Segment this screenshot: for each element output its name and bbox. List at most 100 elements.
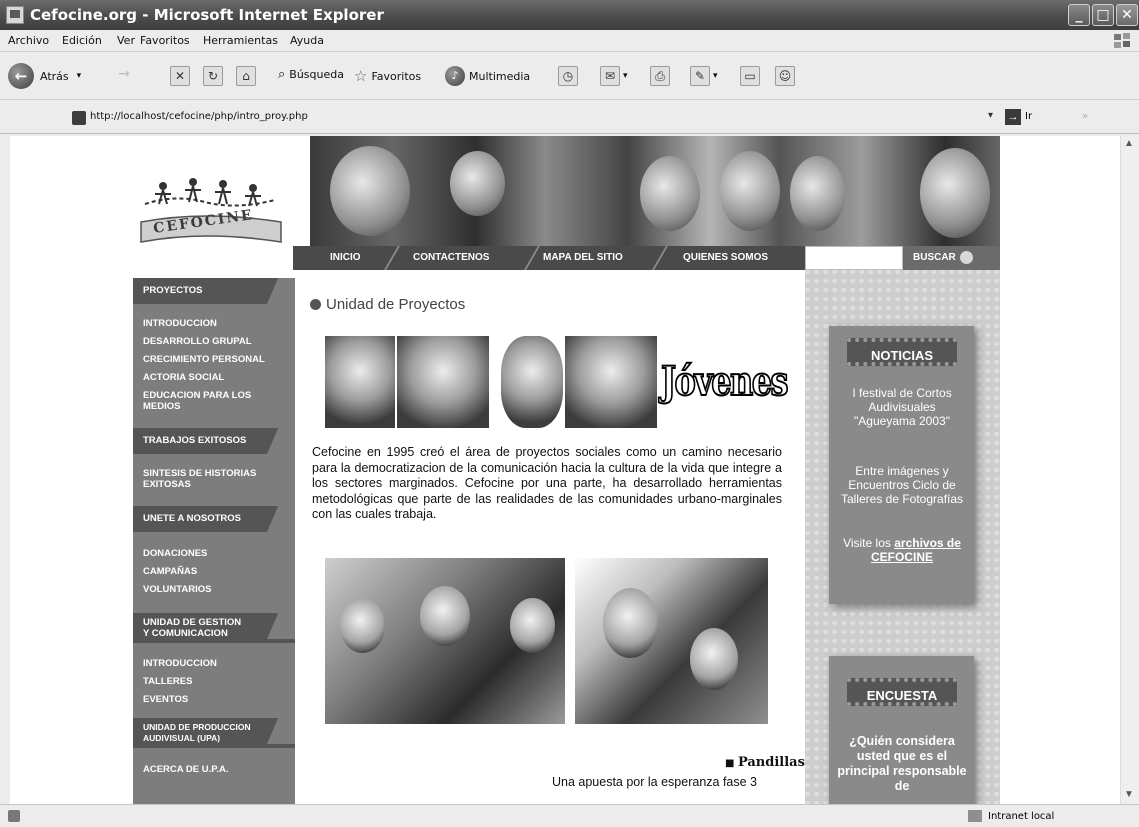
site-search-button[interactable]: BUSCAR <box>903 246 1000 270</box>
links-chevron-icon[interactable]: » <box>1082 111 1088 122</box>
edit-dropdown-icon: ▾ <box>713 71 718 81</box>
sidebar-item-eventos[interactable]: EVENTOS <box>143 694 188 705</box>
header-photo <box>720 151 780 231</box>
sidebar-item-educacion-medios[interactable]: EDUCACION PARA LOS <box>143 390 251 401</box>
sidebar-header-produccion-line2: AUDIVISUAL (UPA) <box>143 733 221 743</box>
stop-button[interactable]: ✕ <box>170 66 190 86</box>
home-button[interactable]: ⌂ <box>236 66 256 86</box>
print-button[interactable]: ⎙ <box>650 66 670 86</box>
sidebar-item-introduccion-gestion[interactable]: INTRODUCCION <box>143 658 217 669</box>
poll-question: ¿Quién considera usted que es el princip… <box>837 734 967 793</box>
favorites-toolbar-label: Favoritos <box>371 69 422 83</box>
discuss-button[interactable]: ▭ <box>740 66 760 86</box>
discuss-icon: ▭ <box>740 66 760 86</box>
sidebar-header-proyectos[interactable]: PROYECTOS <box>133 278 295 304</box>
nav-separator <box>524 246 540 270</box>
jovenes-banner: Jóvenes <box>325 336 789 428</box>
news-item-talleres[interactable]: Entre imágenes y Encuentros Ciclo de Tal… <box>837 464 967 506</box>
photo-face <box>603 588 658 658</box>
site-search-input[interactable] <box>805 246 903 270</box>
photo-face <box>510 598 555 653</box>
sidebar-item-donaciones[interactable]: DONACIONES <box>143 548 207 559</box>
messenger-icon: ☺ <box>775 66 795 86</box>
sidebar-item-desarrollo-grupal[interactable]: DESARROLLO GRUPAL <box>143 336 252 347</box>
header-photo <box>920 148 990 238</box>
scroll-down-icon[interactable]: ▼ <box>1124 789 1134 800</box>
address-bar: http://localhost/cefocine/php/intro_proy… <box>0 100 1139 134</box>
banner-photo <box>325 336 395 428</box>
sidebar-item-sintesis-line2[interactable]: EXITOSAS <box>143 479 191 490</box>
magnifier-icon: ⌕ <box>278 67 286 82</box>
banner-photo <box>565 336 657 428</box>
sidebar-header-gestion[interactable]: UNIDAD DE GESTION Y COMUNICACION <box>133 613 295 643</box>
banner-photo <box>501 336 563 428</box>
feature-subtitle: Una apuesta por la esperanza fase 3 <box>552 775 757 789</box>
nav-quienes-somos[interactable]: QUIENES SOMOS <box>683 252 768 263</box>
search-globe-icon <box>959 250 973 264</box>
page-status-icon <box>8 810 20 822</box>
edit-button[interactable]: ✎ ▾ <box>690 66 718 86</box>
feature-title-link[interactable]: ■ Pandillas <box>725 755 805 770</box>
back-arrow-icon: ← <box>8 63 34 89</box>
menu-bar: Archivo Edición Ver Favoritos Herramient… <box>0 30 1139 52</box>
minimize-button[interactable]: _ <box>1068 4 1090 26</box>
header-photo <box>640 156 700 231</box>
menu-ayuda[interactable]: Ayuda <box>290 34 324 47</box>
menu-ver[interactable]: Ver <box>117 34 135 47</box>
sidebar-item-sintesis[interactable]: SINTESIS DE HISTORIAS <box>143 468 256 479</box>
page-icon <box>72 111 86 125</box>
mail-icon: ✉ <box>600 66 620 86</box>
go-button[interactable]: Ir <box>1025 111 1032 122</box>
title-bar: Cefocine.org - Microsoft Internet Explor… <box>0 0 1139 30</box>
multimedia-icon: ♪ <box>445 66 465 86</box>
sidebar-item-educacion-medios-line2[interactable]: MEDIOS <box>143 401 180 412</box>
sidebar-item-talleres[interactable]: TALLERES <box>143 676 192 687</box>
forward-button[interactable]: → <box>118 66 130 82</box>
scroll-up-icon[interactable]: ▲ <box>1124 138 1134 149</box>
sidebar-item-actoria-social[interactable]: ACTORIA SOCIAL <box>143 372 224 383</box>
mail-button[interactable]: ✉ ▾ <box>600 66 628 86</box>
menu-favoritos[interactable]: Favoritos <box>140 34 190 47</box>
header-photo <box>330 146 410 236</box>
close-button[interactable]: ✕ <box>1116 4 1138 26</box>
sidebar-header-produccion[interactable]: UNIDAD DE PRODUCCION AUDIVISUAL (UPA) <box>133 718 295 748</box>
news-item-festival[interactable]: I festival de Cortos Audivisuales "Aguey… <box>837 386 967 428</box>
sidebar-item-acerca-upa[interactable]: ACERCA DE U.P.A. <box>143 764 229 775</box>
sidebar-header-trabajos-exitosos[interactable]: TRABAJOS EXITOSOS <box>133 428 295 454</box>
cefocine-logo[interactable]: CEFOCINE <box>135 164 285 254</box>
refresh-button[interactable]: ↻ <box>203 66 223 86</box>
sidebar-header-unete[interactable]: UNETE A NOSOTROS <box>133 506 295 532</box>
menu-archivo[interactable]: Archivo <box>8 34 49 47</box>
nav-inicio[interactable]: INICIO <box>330 252 361 263</box>
forward-arrow-icon: → <box>118 66 130 82</box>
print-icon: ⎙ <box>650 66 670 86</box>
sidebar-item-crecimiento-personal[interactable]: CRECIMIENTO PERSONAL <box>143 354 265 365</box>
group-photo-right <box>575 558 768 724</box>
intro-paragraph: Cefocine en 1995 creó el área de proyect… <box>312 445 782 521</box>
multimedia-button[interactable]: ♪ Multimedia <box>445 66 530 86</box>
history-icon: ◷ <box>558 66 578 86</box>
search-toolbar-button[interactable]: ⌕ Búsqueda <box>278 67 344 82</box>
back-button[interactable]: ← Atrás ▾ <box>8 63 81 89</box>
news-visit-prefix: Visite los <box>843 536 891 550</box>
nav-mapa-del-sitio[interactable]: MAPA DEL SITIO <box>543 252 623 263</box>
history-button[interactable]: ◷ <box>558 66 578 86</box>
menu-herramientas[interactable]: Herramientas <box>203 34 278 47</box>
back-label: Atrás <box>40 69 69 83</box>
address-dropdown-icon[interactable]: ▾ <box>988 110 993 121</box>
maximize-button[interactable]: □ <box>1092 4 1114 26</box>
vertical-scrollbar[interactable]: ▲ ▼ <box>1120 136 1139 804</box>
news-title: NOTICIAS <box>847 338 957 366</box>
group-photo-left <box>325 558 565 724</box>
sidebar-item-introduccion[interactable]: INTRODUCCION <box>143 318 217 329</box>
sidebar-item-campanas[interactable]: CAMPAÑAS <box>143 566 197 577</box>
nav-contactenos[interactable]: CONTACTENOS <box>413 252 489 263</box>
news-visit: Visite los archivos de CEFOCINE <box>837 536 967 564</box>
page-title: Unidad de Proyectos <box>326 296 466 313</box>
address-input[interactable]: http://localhost/cefocine/php/intro_proy… <box>90 111 308 122</box>
sidebar-item-voluntarios[interactable]: VOLUNTARIOS <box>143 584 211 595</box>
menu-edicion[interactable]: Edición <box>62 34 102 47</box>
go-arrow-icon[interactable]: → <box>1005 109 1021 125</box>
favorites-toolbar-button[interactable]: ☆ Favoritos <box>354 67 421 85</box>
messenger-button[interactable]: ☺ <box>775 66 795 86</box>
